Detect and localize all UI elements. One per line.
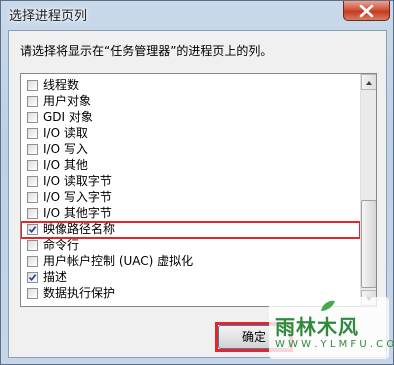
column-label: 映像路径名称 xyxy=(43,222,116,236)
column-checkbox[interactable] xyxy=(27,208,38,219)
chevron-up-icon xyxy=(366,81,372,85)
column-label: 用户帐户控制 (UAC) 虚拟化 xyxy=(43,254,194,268)
column-checkbox[interactable] xyxy=(27,240,38,251)
close-icon xyxy=(359,4,374,18)
scroll-thumb[interactable] xyxy=(361,200,376,288)
title-bar[interactable]: 选择进程页列 xyxy=(1,1,394,29)
column-listbox[interactable]: 线程数用户对象 GDI 对象 I/O 读取 I/O 写入 I/O 其他 I/O 读取字节 I… xyxy=(20,73,377,307)
instruction-text: 请选择将显示在“任务管理器”的进程页上的列。 xyxy=(20,44,273,58)
column-label: I/O 读取 xyxy=(43,126,88,140)
column-label: I/O 读取字节 xyxy=(43,174,112,188)
column-item[interactable]: 用户对象 xyxy=(21,94,360,110)
column-checkbox[interactable] xyxy=(27,256,38,267)
column-checkbox[interactable] xyxy=(27,192,38,203)
scroll-up-button[interactable] xyxy=(361,74,376,90)
column-label: I/O 其他 xyxy=(43,158,88,172)
column-item[interactable]: I/O 读取 xyxy=(21,126,360,142)
column-label: 命令行 xyxy=(43,238,80,252)
watermark-logo: 雨林木风 W W W . Y L M F U . C O M xyxy=(269,297,394,359)
column-checkbox[interactable] xyxy=(27,144,38,155)
column-label: I/O 写入字节 xyxy=(43,190,112,204)
checkmark-icon xyxy=(28,226,37,234)
column-label: 数据执行保护 xyxy=(43,286,116,300)
dialog-window: 选择进程页列 请选择将显示在“任务管理器”的进程页上的列。 线程数用户对象 GDI… xyxy=(0,0,394,365)
column-checkbox[interactable] xyxy=(27,112,38,123)
column-checkbox[interactable] xyxy=(27,160,38,171)
column-label: 描述 xyxy=(43,270,68,284)
column-checkbox[interactable] xyxy=(27,80,38,91)
column-item[interactable]: 描述 xyxy=(21,270,360,286)
column-checkbox[interactable] xyxy=(27,96,38,107)
watermark-url: W W W . Y L M F U . C O M xyxy=(275,339,394,350)
column-label: I/O 其他字节 xyxy=(43,206,112,220)
watermark-text: 雨林木风 xyxy=(275,315,359,339)
column-checkbox[interactable] xyxy=(27,288,38,299)
close-button[interactable] xyxy=(343,1,390,21)
column-item[interactable]: I/O 其他字节 xyxy=(21,206,360,222)
column-item[interactable]: I/O 写入 xyxy=(21,142,360,158)
column-label: 用户对象 xyxy=(43,94,92,108)
window-title: 选择进程页列 xyxy=(9,9,88,24)
checkmark-icon xyxy=(28,274,37,282)
column-item[interactable]: 命令行 xyxy=(21,238,360,254)
column-checkbox[interactable] xyxy=(27,128,38,139)
column-item[interactable]: GDI 对象 xyxy=(21,110,360,126)
column-item[interactable]: 线程数 xyxy=(21,78,360,94)
column-label: I/O 写入 xyxy=(43,142,88,156)
column-label: 线程数 xyxy=(43,78,80,92)
column-item[interactable]: I/O 其他 xyxy=(21,158,360,174)
column-list: 线程数用户对象 GDI 对象 I/O 读取 I/O 写入 I/O 其他 I/O 读取字节 I… xyxy=(21,74,361,302)
vertical-scrollbar[interactable] xyxy=(360,74,376,306)
column-item[interactable]: 用户帐户控制 (UAC) 虚拟化 xyxy=(21,254,360,270)
column-checkbox[interactable] xyxy=(27,176,38,187)
column-item[interactable]: 映像路径名称 xyxy=(21,221,361,239)
column-checkbox[interactable] xyxy=(27,224,38,235)
column-checkbox[interactable] xyxy=(27,272,38,283)
column-item[interactable]: I/O 写入字节 xyxy=(21,190,360,206)
column-label: GDI 对象 xyxy=(43,110,93,124)
column-item[interactable]: I/O 读取字节 xyxy=(21,174,360,190)
